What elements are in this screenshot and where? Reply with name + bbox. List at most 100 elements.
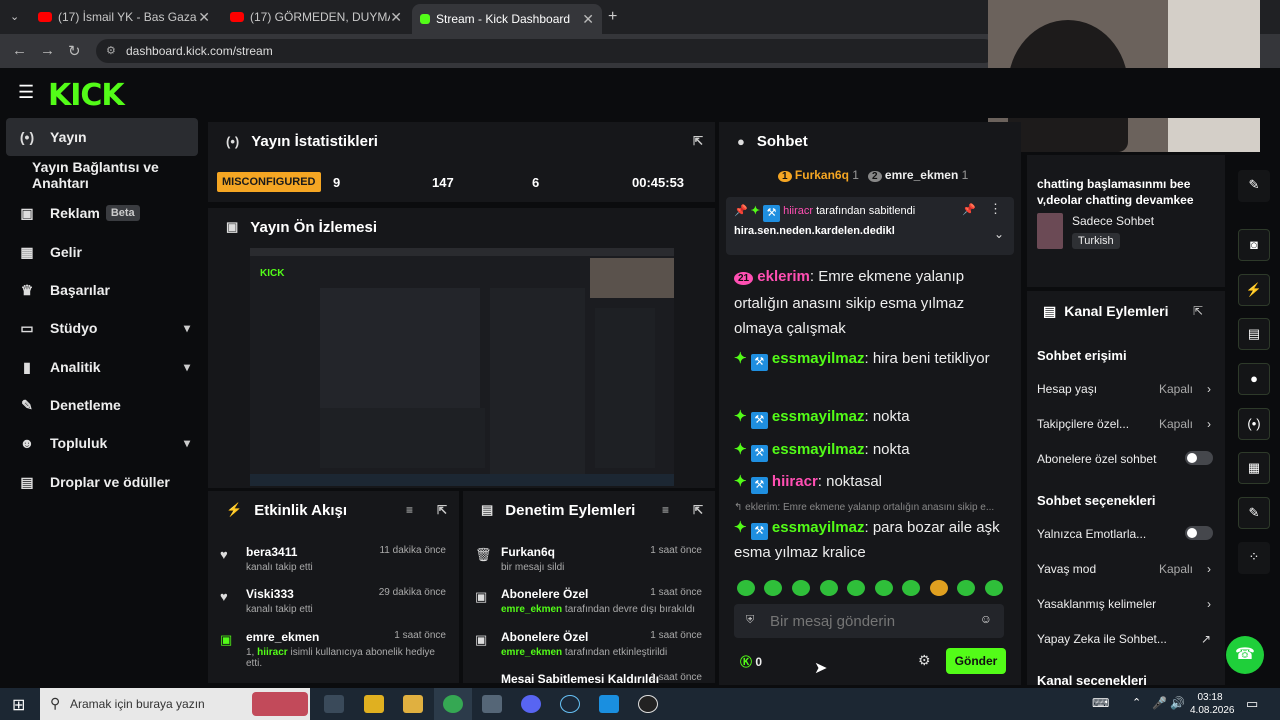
broadcast-icon[interactable]: (•) <box>1238 408 1270 440</box>
close-icon[interactable]: ✕ <box>390 9 402 26</box>
emote-icon[interactable] <box>764 580 782 596</box>
file-explorer-icon[interactable] <box>403 695 423 713</box>
app-icon[interactable] <box>482 695 502 713</box>
sidebar-item-studyo[interactable]: ▭ Stüdyo ▾ <box>6 309 198 347</box>
setting-ai-chat[interactable]: Yapay Zeka ile Sohbet... ↗ <box>1037 632 1217 646</box>
layout-icon[interactable]: ▦ <box>1238 452 1270 484</box>
chat-message[interactable]: ✦ ⚒ essmayilmaz: nokta <box>734 437 1004 462</box>
send-button[interactable]: Gönder <box>946 648 1006 674</box>
category-name[interactable]: Sadece Sohbet <box>1072 214 1154 228</box>
windows-start-icon[interactable]: ⊞ <box>12 695 25 715</box>
chat-bubble-icon[interactable]: ● <box>1238 363 1270 395</box>
browser-tab-3[interactable]: Stream - Kick Dashboard ✕ <box>412 4 602 34</box>
site-info-icon[interactable]: ⚙ <box>106 39 116 63</box>
obs-icon[interactable] <box>638 695 658 713</box>
emote-icon[interactable] <box>875 580 893 596</box>
toggle-switch[interactable] <box>1185 451 1213 465</box>
url-field[interactable]: ⚙ dashboard.kick.com/stream <box>96 39 996 63</box>
pinned-message[interactable]: 📌 ✦ ⚒ hiiracr tarafından sabitlendi hira… <box>726 197 1014 255</box>
sidebar-item-droplar[interactable]: ▤ Droplar ve ödüller <box>6 463 198 501</box>
microphone-icon[interactable]: 🎤 <box>1152 696 1167 710</box>
headset-icon[interactable]: ☎ <box>1226 636 1264 674</box>
panel-title: Denetim Eylemleri <box>505 501 636 519</box>
browser-tab-2[interactable]: (17) GÖRMEDEN, DUYMADAN ✕ <box>222 4 410 30</box>
chevron-up-icon[interactable]: ⌃ <box>1132 696 1141 709</box>
emote-icon[interactable] <box>957 580 975 596</box>
chat-message[interactable]: ✦ ⚒ essmayilmaz: hira beni tetikliyor <box>734 346 1004 371</box>
chat-message[interactable]: ✦ ⚒ hiiracr: noktasal <box>734 469 1004 494</box>
tag-chip[interactable]: Turkish <box>1072 233 1120 249</box>
chat-input[interactable] <box>770 608 970 634</box>
forward-icon[interactable]: → <box>40 42 55 59</box>
filter-icon[interactable]: ≡ <box>406 503 413 517</box>
emote-icon[interactable] <box>985 580 1003 596</box>
sidebar-item-label: Topluluk <box>50 435 108 451</box>
emote-icon[interactable] <box>902 580 920 596</box>
notifications-icon[interactable]: ▭ <box>1246 696 1258 712</box>
chat-message[interactable]: ✦ ⚒ essmayilmaz: para bozar aile aşk esm… <box>734 515 1004 565</box>
browser-tab-1[interactable]: (17) İsmail YK - Bas Gaza (Offici ✕ <box>30 4 218 30</box>
more-options-icon[interactable]: ⋮ <box>989 201 1002 217</box>
unpin-icon[interactable]: 📌 <box>962 203 976 216</box>
chat-message[interactable]: ✦ ⚒ essmayilmaz: nokta <box>734 404 1004 429</box>
sidebar-item-label: Stüdyo <box>50 320 98 336</box>
task-view-icon[interactable] <box>324 695 344 713</box>
setting-slow-mode[interactable]: Yavaş mod Kapalı › <box>1037 562 1217 576</box>
document-icon[interactable]: ▤ <box>1238 318 1270 350</box>
tab-list-icon[interactable]: ⌄ <box>10 10 19 23</box>
sidebar-item-basarilar[interactable]: ♛ Başarılar <box>6 271 198 309</box>
sidebar-item-denetleme[interactable]: ✎ Denetleme <box>6 386 198 424</box>
menu-icon[interactable]: ☰ <box>18 82 34 103</box>
camera-icon[interactable]: ◙ <box>1238 229 1270 261</box>
chevron-down-icon[interactable]: ⌄ <box>994 227 1004 241</box>
sidebar-item-topluluk[interactable]: ☻ Topluluk ▾ <box>6 424 198 462</box>
chat-message[interactable]: 21 eklerim: Emre ekmene yalanıp ortalığı… <box>734 264 1004 341</box>
chrome-icon[interactable] <box>443 695 463 713</box>
moderator-badge-icon: ⚒ <box>763 205 781 222</box>
sidebar-item-stream-key[interactable]: Yayın Bağlantısı ve Anahtarı <box>6 156 198 194</box>
discord-icon[interactable] <box>521 695 541 713</box>
sidebar-item-analitik[interactable]: ▮ Analitik ▾ <box>6 348 198 386</box>
volume-icon[interactable]: 🔊 <box>1170 696 1185 710</box>
popout-icon[interactable]: ⇱ <box>693 134 703 148</box>
stream-preview-video[interactable]: KICK <box>250 248 674 486</box>
close-icon[interactable]: ✕ <box>582 11 594 28</box>
lightning-icon[interactable]: ⚡ <box>1238 274 1270 306</box>
clock[interactable]: 03:18 4.08.2026 <box>1190 691 1235 717</box>
channel-points[interactable]: Ⓚ 0 <box>740 653 762 670</box>
taskbar-search-box[interactable]: ⚲ Aramak için buraya yazın <box>40 688 310 720</box>
kick-logo[interactable]: KICK <box>48 78 125 113</box>
settings-gear-icon[interactable]: ⚙ <box>918 652 931 669</box>
sidebar-item-gelir[interactable]: ▦ Gelir <box>6 233 198 271</box>
emoji-icon[interactable]: ☺ <box>980 612 992 626</box>
reply-preview[interactable]: ↰ eklerim: Emre ekmene yalanıp ortalığın… <box>734 502 1004 513</box>
popout-icon[interactable]: ⇱ <box>693 503 703 517</box>
setting-followers-only[interactable]: Takipçilere özel... Kapalı › <box>1037 417 1217 431</box>
emote-icon[interactable] <box>792 580 810 596</box>
back-icon[interactable]: ← <box>12 42 27 59</box>
close-icon[interactable]: ✕ <box>198 9 210 26</box>
popout-icon[interactable]: ⇱ <box>1193 304 1203 318</box>
popout-icon[interactable]: ⇱ <box>437 503 447 517</box>
app-icon[interactable] <box>599 695 619 713</box>
toggle-switch[interactable] <box>1185 526 1213 540</box>
wrench-icon[interactable]: ✎ <box>1238 497 1270 529</box>
emote-icon[interactable] <box>847 580 865 596</box>
sidebar-item-reklam[interactable]: ▣ Reklam Beta <box>6 194 198 232</box>
gift-icon: ▣ <box>475 589 488 604</box>
emote-icon[interactable] <box>930 580 948 596</box>
reload-icon[interactable]: ↻ <box>68 42 81 60</box>
steam-icon[interactable] <box>560 695 580 713</box>
emote-icon[interactable] <box>737 580 755 596</box>
filter-icon[interactable]: ≡ <box>662 503 669 517</box>
keyboard-icon[interactable]: ⌨ <box>1092 696 1109 710</box>
setting-banned-words[interactable]: Yasaklanmış kelimeler › <box>1037 597 1217 611</box>
new-tab-button[interactable]: + <box>608 8 617 26</box>
setting-account-age[interactable]: Hesap yaşı Kapalı › <box>1037 382 1217 396</box>
emote-icon[interactable] <box>820 580 838 596</box>
app-icon[interactable] <box>364 695 384 713</box>
edit-icon[interactable]: ✎ <box>1238 170 1270 202</box>
sidebar-item-yayin[interactable]: (•) Yayın <box>6 118 198 156</box>
chat-input-box[interactable]: ⛨ ☺ <box>734 604 1004 638</box>
apps-icon[interactable]: ⁘ <box>1238 542 1270 574</box>
